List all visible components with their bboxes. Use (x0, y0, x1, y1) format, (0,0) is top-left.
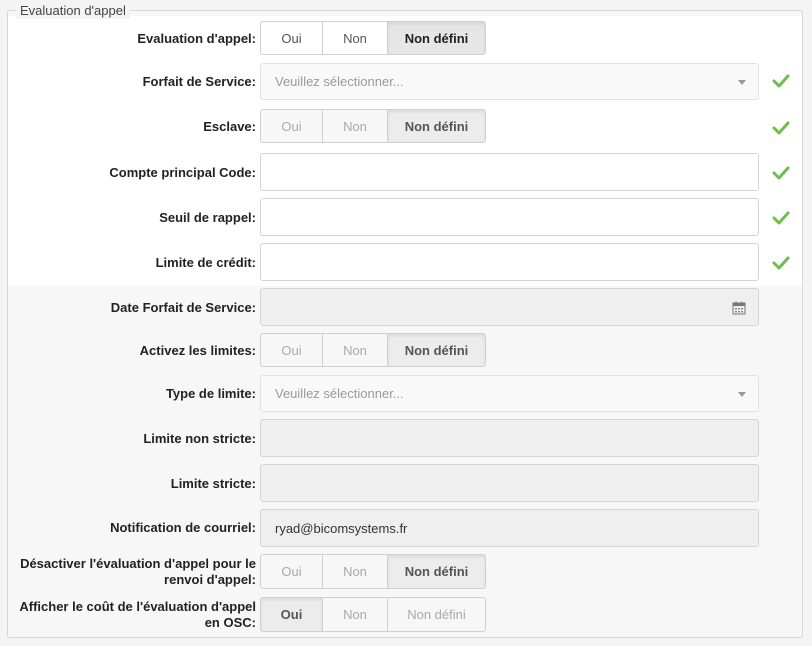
calendar-icon[interactable] (732, 301, 746, 315)
desactiver-toggle: Oui Non Non défini (260, 554, 486, 589)
afficher-option-oui[interactable]: Oui (261, 598, 323, 631)
label-limite-non-stricte: Limite non stricte: (143, 431, 256, 446)
label-desactiver-line2: renvoi d'appel: (164, 572, 256, 587)
notification-email-input[interactable]: ryad@bicomsystems.fr (260, 509, 759, 547)
desactiver-option-non-defini[interactable]: Non défini (388, 555, 485, 588)
limite-non-stricte-input[interactable] (260, 419, 759, 457)
evaluation-option-non-defini[interactable]: Non défini (388, 22, 485, 54)
check-icon (772, 166, 790, 180)
esclave-option-non[interactable]: Non (323, 110, 388, 142)
label-desactiver-line1: Désactiver l'évaluation d'appel pour le (20, 556, 256, 571)
desactiver-option-non[interactable]: Non (323, 555, 388, 588)
afficher-option-non[interactable]: Non (323, 598, 388, 631)
label-limite-credit: Limite de crédit: (155, 255, 256, 270)
esclave-option-oui[interactable]: Oui (261, 110, 323, 142)
check-icon (772, 121, 790, 135)
date-forfait-input[interactable] (260, 288, 759, 326)
label-afficher-line2: en OSC: (204, 615, 256, 630)
label-compte: Compte principal Code: (109, 165, 256, 180)
label-esclave: Esclave: (203, 119, 256, 134)
limite-credit-input[interactable] (260, 243, 759, 281)
label-afficher-line1: Afficher le coût de l'évaluation d'appel (19, 599, 256, 614)
activez-option-oui[interactable]: Oui (261, 334, 323, 366)
activez-option-non-defini[interactable]: Non défini (388, 334, 485, 366)
label-type-limite: Type de limite: (165, 386, 256, 401)
limite-stricte-input[interactable] (260, 464, 759, 502)
esclave-toggle: Oui Non Non défini (260, 109, 486, 143)
check-icon (772, 256, 790, 270)
activez-option-non[interactable]: Non (323, 334, 388, 366)
label-seuil: Seuil de rappel: (159, 210, 256, 225)
check-icon (772, 211, 790, 225)
activez-toggle: Oui Non Non défini (260, 333, 486, 367)
check-icon (772, 74, 790, 88)
afficher-option-non-defini[interactable]: Non défini (388, 598, 485, 631)
label-limite-stricte: Limite stricte: (170, 476, 256, 491)
seuil-input[interactable] (260, 198, 759, 236)
label-afficher: Afficher le coût de l'évaluation d'appel… (19, 599, 256, 631)
afficher-toggle: Oui Non Non défini (260, 597, 486, 632)
label-activez: Activez les limites: (139, 343, 256, 358)
evaluation-option-non[interactable]: Non (323, 22, 388, 54)
label-date-forfait: Date Forfait de Service: (110, 300, 256, 315)
label-desactiver: Désactiver l'évaluation d'appel pour le … (20, 556, 256, 588)
forfait-select[interactable]: Veuillez sélectionner... (260, 63, 759, 100)
esclave-option-non-defini[interactable]: Non défini (388, 110, 485, 142)
evaluation-option-oui[interactable]: Oui (261, 22, 323, 54)
desactiver-option-oui[interactable]: Oui (261, 555, 323, 588)
type-limite-select[interactable]: Veuillez sélectionner... (260, 375, 759, 412)
evaluation-toggle: Oui Non Non défini (260, 21, 486, 55)
label-evaluation: Evaluation d'appel: (137, 31, 256, 46)
label-notification: Notification de courriel: (110, 520, 256, 535)
chevron-down-icon (738, 80, 746, 85)
compte-input[interactable] (260, 153, 759, 191)
forfait-placeholder: Veuillez sélectionner... (275, 74, 404, 89)
type-limite-placeholder: Veuillez sélectionner... (275, 386, 404, 401)
label-forfait: Forfait de Service: (142, 74, 256, 89)
fieldset-legend: Evaluation d'appel (16, 3, 130, 19)
chevron-down-icon (738, 392, 746, 397)
